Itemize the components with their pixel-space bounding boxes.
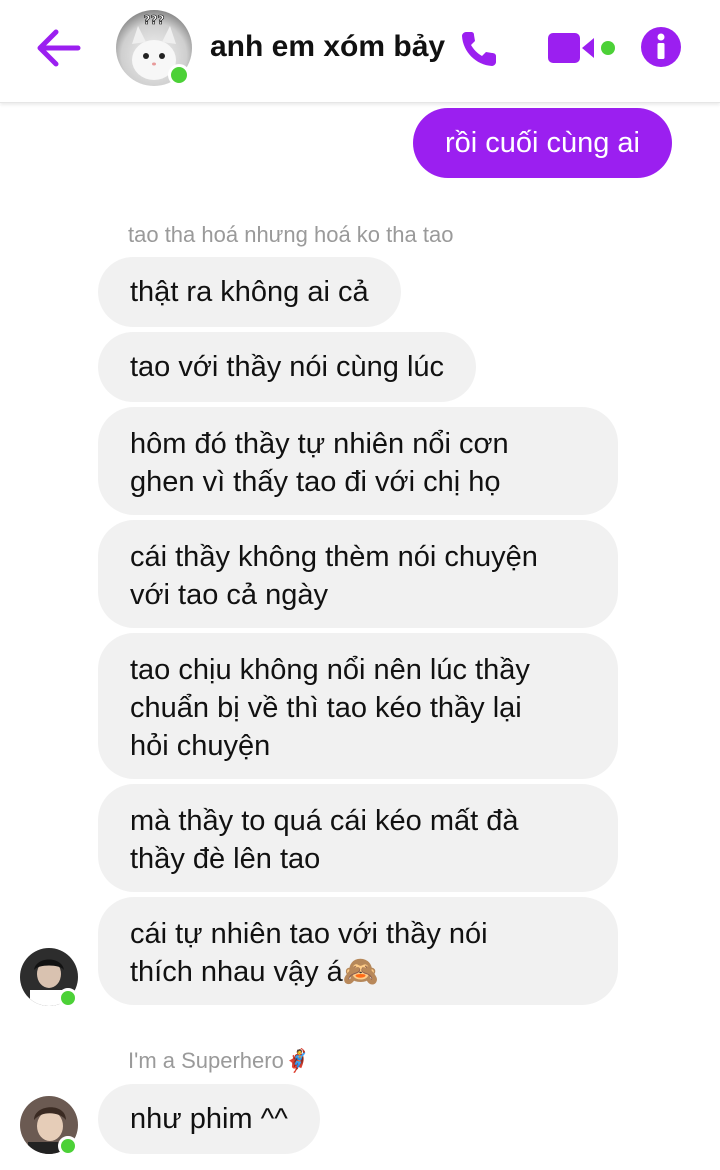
incoming-message-bubble[interactable]: như phim ^^ (98, 1084, 320, 1154)
sender-avatar[interactable] (20, 1096, 80, 1156)
incoming-message-bubble[interactable]: tao chịu không nổi nên lúc thầy chuẩn bị… (98, 633, 618, 779)
incoming-message-bubble[interactable]: hôm đó thầy tự nhiên nổi cơn ghen vì thấ… (98, 407, 618, 515)
video-call-icon[interactable] (548, 30, 620, 66)
group-avatar[interactable]: ??? (116, 10, 192, 86)
outgoing-message-bubble[interactable]: rồi cuối cùng ai (412, 108, 672, 178)
conversation-title[interactable]: anh em xóm bảy (210, 30, 445, 64)
incoming-message-bubble[interactable]: mà thầy to quá cái kéo mất đà thầy đè lê… (98, 784, 618, 892)
online-status-dot (58, 988, 78, 1008)
avatar-badge-text: ??? (144, 13, 165, 27)
incoming-message-bubble[interactable]: tao với thầy nói cùng lúc (98, 332, 477, 402)
incoming-message-bubble[interactable]: cái thầy không thèm nói chuyện với tao c… (98, 520, 618, 628)
phone-icon[interactable] (458, 26, 504, 70)
sender-avatar[interactable] (20, 948, 80, 1008)
chat-header: ??? anh em xóm bảy (0, 0, 720, 103)
online-status-dot (58, 1136, 78, 1156)
back-arrow-icon[interactable] (34, 26, 82, 70)
incoming-message-bubble[interactable]: cái tự nhiên tao với thầy nói thích nhau… (98, 897, 618, 1005)
sender-name: I'm a Superhero🦸 (128, 1048, 312, 1073)
incoming-message-bubble[interactable]: thật ra không ai cả (98, 257, 401, 327)
online-status-dot (168, 64, 190, 86)
sender-name: tao tha hoá nhưng hoá ko tha tao (128, 222, 454, 247)
info-icon[interactable] (640, 26, 682, 68)
